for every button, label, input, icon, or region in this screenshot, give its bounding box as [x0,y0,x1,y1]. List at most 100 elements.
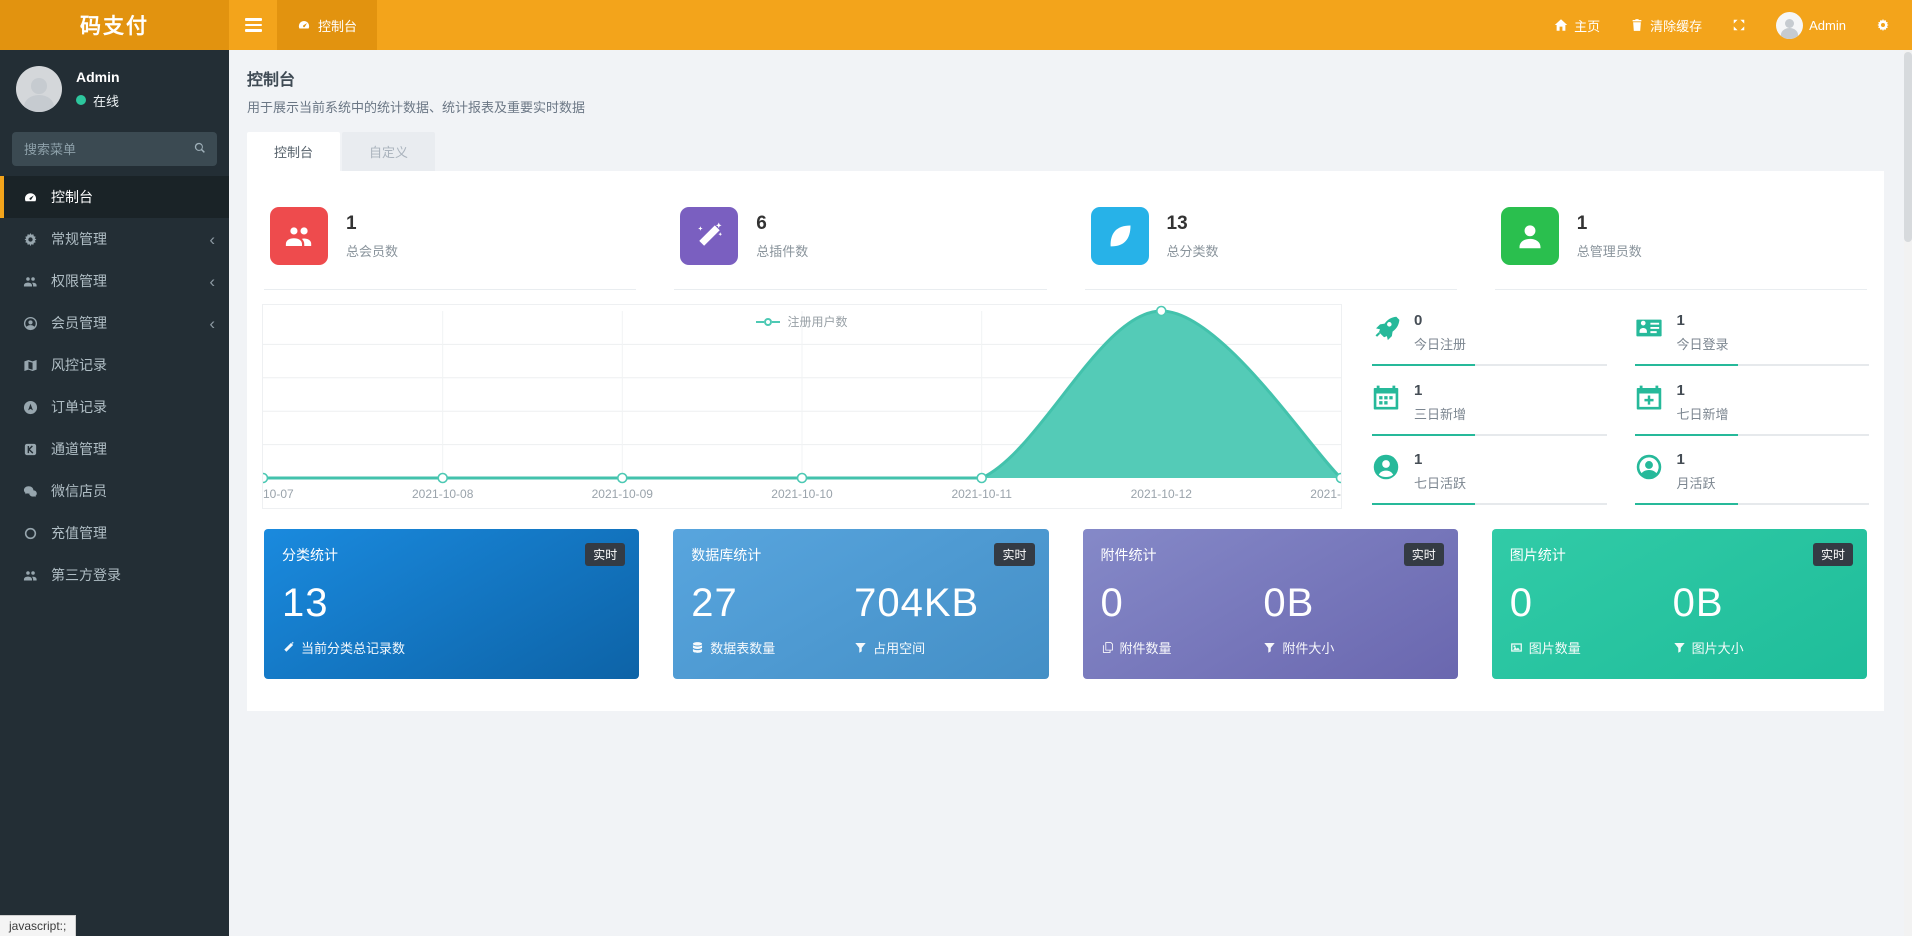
user-circle-solid-icon [1372,453,1400,481]
sidebar-toggle-button[interactable] [229,0,277,50]
content-tabs: 控制台 自定义 [247,132,1884,171]
tachometer-icon [22,190,38,205]
filter-icon [854,641,867,654]
mini-stats-grid: 0 今日注册 1 今日登录 [1372,304,1869,509]
stat-card-members: 1 总会员数 [264,193,636,290]
user-icon [1501,207,1559,265]
stat-label: 总会员数 [346,241,398,260]
sidebar-profile: Admin 在线 [0,50,229,126]
mini-stat-progress [1372,503,1607,505]
stat-label: 总插件数 [756,241,808,260]
mini-stat-value: 1 [1677,382,1729,399]
mini-stat-label: 七日新增 [1677,404,1729,423]
mini-stat-value: 1 [1414,382,1466,399]
sidebar-item-permissions[interactable]: 权限管理 ‹ [0,260,229,302]
summary-title: 分类统计 [282,545,621,565]
stat-card-admins: 1 总管理员数 [1495,193,1867,290]
svg-text:2021-10-11: 2021-10-11 [951,487,1012,501]
mini-stat-label: 今日注册 [1414,334,1466,353]
clear-cache-label: 清除缓存 [1650,16,1702,35]
database-icon [691,641,704,654]
stat-value: 6 [756,213,808,235]
profile-status: 在线 [76,91,120,110]
sidebar-item-risk-records[interactable]: 风控记录 [0,344,229,386]
stat-value: 1 [1577,213,1642,235]
group-icon [270,207,328,265]
search-icon[interactable] [193,141,207,155]
settings-button[interactable] [1876,18,1890,32]
chart-legend[interactable]: 注册用户数 [263,313,1341,330]
sidebar-item-label: 微信店员 [51,481,107,501]
avatar [1776,12,1803,39]
stat-label: 总管理员数 [1577,241,1642,260]
mini-stat-progress [1372,434,1607,436]
sidebar-item-label: 第三方登录 [51,565,121,585]
sidebar-item-label: 会员管理 [51,313,107,333]
user-menu[interactable]: Admin [1776,12,1846,39]
online-status-label: 在线 [93,91,119,110]
calendar-icon [1372,384,1400,412]
mini-stat-value: 1 [1414,451,1466,468]
mini-stat-today-login: 1 今日登录 [1635,306,1870,370]
chevron-left-icon: ‹ [209,315,215,332]
summary-label: 当前分类总记录数 [282,638,621,657]
copy-icon [1101,641,1114,654]
sidebar-item-recharge[interactable]: 充值管理 [0,512,229,554]
summary-value: 704KB [854,581,1017,626]
app-logo: 码支付 [0,0,229,50]
tab-dashboard[interactable]: 控制台 [247,132,340,171]
chart-row: 注册用户数 2021-10-072021-10-082021-10-092021… [262,304,1869,509]
stat-card-plugins: 6 总插件数 [674,193,1046,290]
wand-icon [282,641,295,654]
sidebar-item-order-records[interactable]: 订单记录 [0,386,229,428]
area-chart-canvas: 2021-10-072021-10-082021-10-092021-10-10… [263,305,1341,508]
summary-label: 数据表数量 [691,638,854,657]
scrollbar-thumb[interactable] [1904,52,1912,242]
summary-label: 附件大小 [1263,638,1426,657]
summary-value: 27 [691,581,854,626]
topnav-tab-dashboard[interactable]: 控制台 [277,0,377,50]
svg-text:2021-10-07: 2021-10-07 [263,487,294,501]
stat-card-categories: 13 总分类数 [1085,193,1457,290]
sidebar-item-general[interactable]: 常规管理 ‹ [0,218,229,260]
map-book-icon [22,358,38,373]
sidebar-search [12,132,217,166]
legend-marker-icon [756,318,780,326]
page-scrollbar[interactable] [1904,50,1912,936]
registered-users-chart[interactable]: 注册用户数 2021-10-072021-10-082021-10-092021… [262,304,1342,509]
rocket-icon [1372,314,1400,342]
sidebar-item-label: 订单记录 [51,397,107,417]
summary-label: 图片大小 [1673,638,1836,657]
summary-label: 图片数量 [1510,638,1673,657]
sidebar-item-dashboard[interactable]: 控制台 [0,176,229,218]
page-title: 控制台 [247,66,1884,90]
circle-o-icon [22,526,38,541]
calendar-plus-icon [1635,384,1663,412]
tachometer-icon [297,18,311,32]
home-link[interactable]: 主页 [1554,16,1600,35]
hamburger-icon [245,18,262,32]
sidebar-item-label: 控制台 [51,187,93,207]
menu-search-input[interactable] [12,132,217,166]
tab-custom[interactable]: 自定义 [342,132,435,171]
summary-value: 13 [282,581,621,626]
summary-card-images: 图片统计 实时 0 图片数量 0B 图片大小 [1492,529,1867,679]
avatar[interactable] [16,66,62,112]
user-circle-icon [22,316,38,331]
sidebar-item-channels[interactable]: 通道管理 [0,428,229,470]
svg-text:2021-10-13: 2021-10-13 [1310,487,1341,501]
sidebar-item-third-party-login[interactable]: 第三方登录 [0,554,229,596]
magic-wand-icon [680,207,738,265]
home-icon [1554,18,1568,32]
sidebar-item-wechat-clerk[interactable]: 微信店员 [0,470,229,512]
sidebar: Admin 在线 控制台 常规管理 ‹ 权限管理 ‹ 会员管理 ‹ [0,50,229,936]
sidebar-item-members[interactable]: 会员管理 ‹ [0,302,229,344]
page-subtitle: 用于展示当前系统中的统计数据、统计报表及重要实时数据 [247,97,1884,116]
mini-stat-label: 七日活跃 [1414,473,1466,492]
expand-icon [1732,18,1746,32]
fullscreen-button[interactable] [1732,18,1746,32]
mini-stat-label: 月活跃 [1677,473,1716,492]
clear-cache-button[interactable]: 清除缓存 [1630,16,1702,35]
compass-pin-icon [22,400,38,415]
mini-stat-progress [1635,364,1870,366]
